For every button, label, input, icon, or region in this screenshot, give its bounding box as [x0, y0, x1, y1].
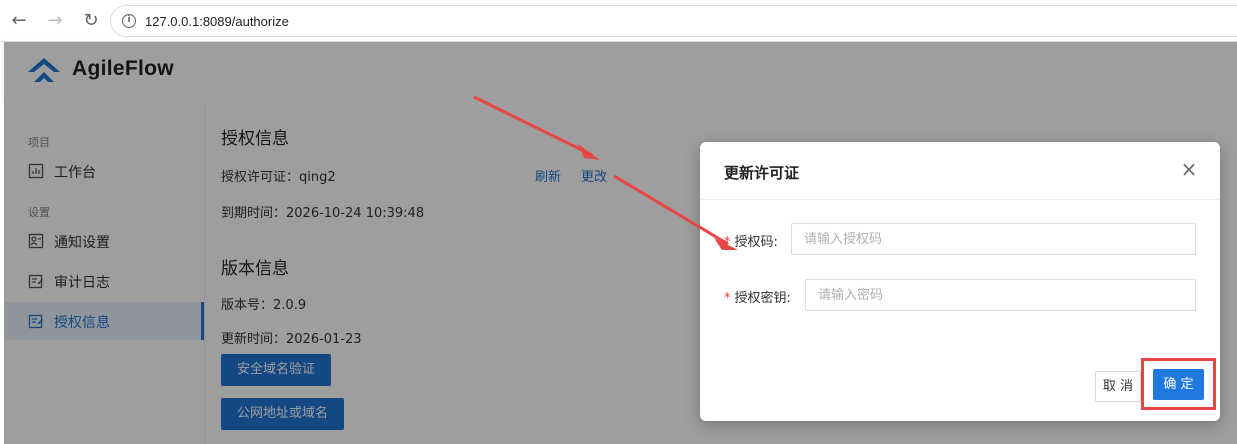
address-bar[interactable]: i 127.0.0.1:8089/authorize — [110, 5, 1237, 37]
site-info-icon[interactable]: i — [122, 14, 136, 28]
annotation-highlight-box — [1141, 358, 1216, 410]
auth-secret-label-text: 授权密钥: — [734, 291, 791, 306]
browser-toolbar: ← → ↻ i 127.0.0.1:8089/authorize — [0, 0, 1237, 42]
forward-arrow-icon[interactable]: → — [44, 10, 66, 32]
auth-secret-label: * 授权密钥: — [724, 287, 791, 306]
url-text[interactable]: 127.0.0.1:8089/authorize — [145, 14, 289, 29]
auth-code-label: * 授权码: — [724, 231, 778, 250]
reload-icon[interactable]: ↻ — [80, 10, 102, 32]
close-icon[interactable]: × — [1178, 158, 1200, 180]
modal-title: 更新许可证 — [724, 164, 800, 182]
cancel-button[interactable]: 取 消 — [1095, 371, 1141, 402]
required-mark: * — [724, 235, 731, 250]
auth-code-label-text: 授权码: — [734, 235, 778, 250]
auth-code-input[interactable] — [791, 223, 1196, 255]
required-mark: * — [724, 291, 731, 306]
modal-divider — [700, 199, 1220, 200]
auth-secret-input[interactable] — [805, 279, 1196, 311]
back-arrow-icon[interactable]: ← — [8, 10, 30, 32]
